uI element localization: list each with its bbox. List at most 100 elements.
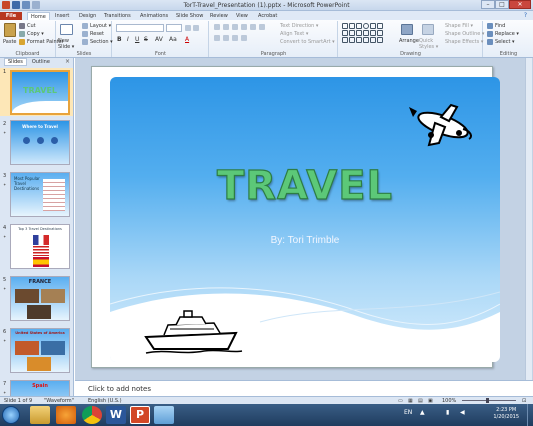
slide-thumbnail-1[interactable]: 1 TRAVEL — [0, 68, 73, 116]
slide-thumbnail-6[interactable]: 6 ✦ United States of America — [0, 328, 73, 376]
tab-insert[interactable]: Insert — [55, 12, 69, 20]
copy-button[interactable]: Copy ▾ — [27, 31, 44, 37]
font-color-icon[interactable]: A — [185, 36, 189, 43]
volume-icon[interactable]: ◀ — [460, 409, 465, 416]
decrease-indent-icon[interactable] — [232, 24, 238, 30]
format-painter-icon[interactable] — [19, 39, 25, 45]
select-icon[interactable] — [487, 39, 493, 45]
italic-icon[interactable]: I — [127, 36, 129, 43]
shrink-font-icon[interactable] — [193, 25, 199, 31]
slide-thumbnail-2[interactable]: 2 ✦ Where to Travel — [0, 120, 73, 168]
shape-curve-icon[interactable] — [349, 30, 355, 36]
find-button[interactable]: Find — [495, 23, 505, 29]
slide-title[interactable]: TRAVEL — [110, 162, 500, 209]
shape-bent-arrow-icon[interactable] — [342, 30, 348, 36]
shape-triangle-icon[interactable] — [370, 23, 376, 29]
shape-fill-button[interactable]: Shape Fill ▾ — [445, 23, 473, 29]
shape-rectangle-icon[interactable] — [356, 23, 362, 29]
shape-effects-button[interactable]: Shape Effects ▾ — [445, 39, 483, 45]
shape-cloud-icon[interactable] — [363, 37, 369, 43]
align-center-icon[interactable] — [223, 35, 229, 41]
tab-slide-show[interactable]: Slide Show — [176, 12, 203, 20]
tray-arrow-icon[interactable]: ▲ — [420, 409, 425, 416]
media-player-taskbar-icon[interactable] — [56, 406, 76, 424]
cut-icon[interactable] — [19, 23, 25, 29]
replace-icon[interactable] — [487, 31, 493, 37]
bold-icon[interactable]: B — [117, 36, 122, 43]
cruise-ship-clipart[interactable] — [144, 309, 244, 357]
justify-icon[interactable] — [241, 35, 247, 41]
show-desktop-button[interactable] — [527, 404, 533, 426]
arrange-icon[interactable] — [401, 24, 413, 35]
shape-star-icon[interactable] — [363, 30, 369, 36]
tab-acrobat[interactable]: Acrobat — [258, 12, 277, 20]
tab-home[interactable]: Home — [27, 12, 50, 20]
tab-slides-panel[interactable]: Slides — [4, 58, 27, 66]
replace-button[interactable]: Replace ▾ — [495, 31, 519, 37]
zoom-slider[interactable] — [462, 400, 516, 401]
quick-styles-icon[interactable] — [422, 24, 434, 35]
font-size-box[interactable] — [166, 24, 182, 32]
line-spacing-icon[interactable] — [250, 24, 256, 30]
layout-icon[interactable] — [82, 23, 88, 29]
tab-design[interactable]: Design — [79, 12, 96, 20]
shape-pentagon-icon[interactable] — [349, 37, 355, 43]
start-button[interactable] — [2, 406, 20, 424]
minimize-button[interactable]: – — [481, 0, 495, 9]
shape-outline-button[interactable]: Shape Outline ▾ — [445, 31, 484, 37]
convert-smartart-button[interactable]: Convert to SmartArt ▾ — [280, 39, 335, 45]
chrome-taskbar-icon[interactable] — [82, 406, 102, 424]
columns-icon[interactable] — [259, 24, 265, 30]
system-clock[interactable]: 2:23 PM 1/20/2015 — [493, 407, 519, 421]
strikethrough-icon[interactable]: S — [144, 36, 148, 43]
increase-indent-icon[interactable] — [241, 24, 247, 30]
shape-arrow-icon[interactable] — [349, 23, 355, 29]
close-button[interactable]: ✕ — [509, 0, 531, 9]
paste-icon[interactable] — [4, 23, 16, 37]
close-panel-icon[interactable]: × — [65, 58, 70, 65]
vertical-scrollbar[interactable] — [525, 58, 532, 380]
slide-thumbnail-7[interactable]: 7 ✦ Spain — [0, 380, 73, 396]
input-language-indicator[interactable]: EN — [404, 409, 412, 416]
reset-icon[interactable] — [82, 31, 88, 37]
arrange-button[interactable]: Arrange — [399, 38, 419, 44]
help-icon[interactable]: ? — [524, 12, 527, 19]
reset-button[interactable]: Reset — [90, 31, 104, 37]
notes-pane[interactable]: Click to add notes — [75, 380, 533, 396]
layout-button[interactable]: Layout ▾ — [90, 23, 111, 29]
paint-taskbar-icon[interactable] — [154, 406, 174, 424]
shapes-gallery[interactable] — [342, 23, 383, 43]
network-icon[interactable]: ▮ — [446, 409, 449, 416]
tab-review[interactable]: Review — [210, 12, 228, 20]
shape-line-icon[interactable] — [342, 23, 348, 29]
airplane-clipart[interactable] — [405, 103, 477, 153]
font-name-box[interactable] — [116, 24, 164, 32]
section-button[interactable]: Section ▾ — [90, 39, 113, 45]
char-spacing-icon[interactable]: AV — [155, 36, 163, 43]
find-icon[interactable] — [487, 23, 493, 29]
shape-lightning-icon[interactable] — [370, 37, 376, 43]
bullets-icon[interactable] — [214, 24, 220, 30]
copy-icon[interactable] — [19, 31, 25, 37]
shape-more-icon[interactable] — [377, 30, 383, 36]
tab-outline-panel[interactable]: Outline — [32, 59, 50, 65]
shape-connector-icon[interactable] — [377, 23, 383, 29]
new-slide-icon[interactable] — [60, 24, 73, 35]
slide-thumbnail-3[interactable]: 3 ✦ Most Popular Travel Destinations — [0, 172, 73, 220]
section-icon[interactable] — [82, 39, 88, 45]
shape-callout-icon[interactable] — [370, 30, 376, 36]
text-direction-button[interactable]: Text Direction ▾ — [280, 23, 318, 29]
align-right-icon[interactable] — [232, 35, 238, 41]
tab-animations[interactable]: Animations — [140, 12, 168, 20]
align-left-icon[interactable] — [214, 35, 220, 41]
shape-block-arrow-icon[interactable] — [342, 37, 348, 43]
numbering-icon[interactable] — [223, 24, 229, 30]
zoom-slider-thumb[interactable] — [486, 398, 489, 403]
cut-button[interactable]: Cut — [27, 23, 36, 29]
explorer-taskbar-icon[interactable] — [30, 406, 50, 424]
paste-button[interactable]: Paste — [3, 39, 17, 45]
tab-file[interactable]: File — [0, 12, 22, 20]
shape-heart-icon[interactable] — [356, 37, 362, 43]
slide-thumbnail-5[interactable]: 5 ✦ FRANCE — [0, 276, 73, 324]
slide-thumbnail-4[interactable]: 4 ✦ Top 3 Travel Destinations — [0, 224, 73, 272]
